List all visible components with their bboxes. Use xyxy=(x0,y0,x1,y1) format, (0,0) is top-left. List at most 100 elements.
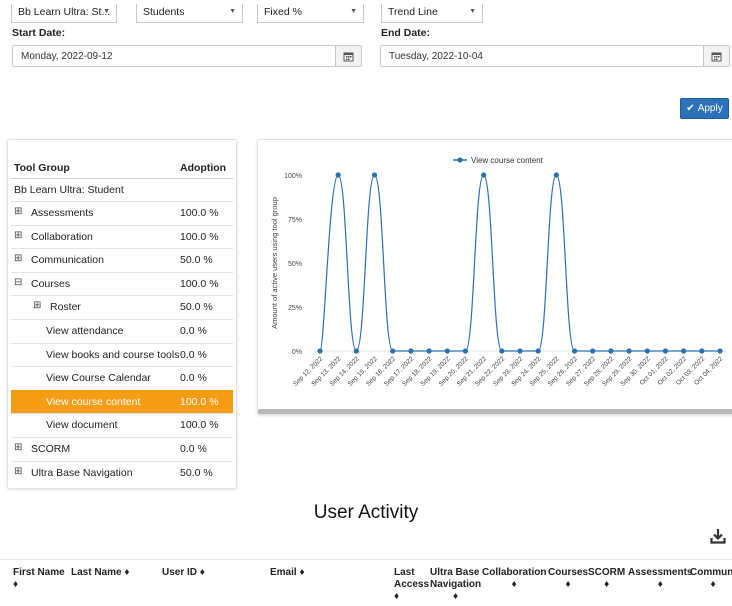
column-header-line: Communi xyxy=(690,567,732,578)
column-header-line: ♦ xyxy=(710,579,716,590)
column-header-line: Access xyxy=(394,579,430,590)
tool-row[interactable]: ⊞ Assessments 100.0 % xyxy=(11,201,233,224)
data-point xyxy=(317,348,323,354)
column-header-courses[interactable]: Courses ♦ xyxy=(548,567,588,591)
expand-icon[interactable]: ⊞ xyxy=(33,300,41,311)
column-header-line: Collaboration xyxy=(482,567,547,578)
role-select[interactable]: Students ▼ xyxy=(136,4,243,23)
data-point xyxy=(681,348,687,354)
tool-name: Courses xyxy=(31,277,71,290)
adoption-line-chart: View course content 0% 25% 50% 75% 100% Amount… xyxy=(270,156,726,388)
column-header-line: Courses xyxy=(548,567,589,578)
tool-name: View attendance xyxy=(46,325,124,337)
scale-select[interactable]: Fixed % ▼ xyxy=(257,4,364,23)
data-point xyxy=(608,348,614,354)
column-header-last-name[interactable]: Last Name ♦ xyxy=(71,567,129,579)
tool-group-title: Bb Learn Ultra: Student xyxy=(11,178,233,201)
adoption-value: 100.0 % xyxy=(180,277,219,290)
column-header-line: SCORM xyxy=(588,567,626,578)
tool-row[interactable]: View books and course tools 0.0 % xyxy=(11,342,233,366)
column-header-first-name[interactable]: First Name ♦ xyxy=(13,567,65,591)
adoption-value: 0.0 % xyxy=(180,443,207,455)
tool-row[interactable]: View document 100.0 % xyxy=(11,413,233,436)
column-header-line: ♦ xyxy=(511,579,517,590)
tool-name: View books and course tools xyxy=(46,348,180,361)
tool-row[interactable]: View course content 100.0 % xyxy=(11,389,233,413)
tool-name: View document xyxy=(46,419,118,432)
column-header-assessments[interactable]: Assessments ♦ xyxy=(628,567,692,591)
tool-row[interactable]: ⊞ Roster 50.0 % xyxy=(11,295,233,318)
data-point xyxy=(335,172,341,178)
chevron-down-icon: ▼ xyxy=(350,8,357,15)
expand-icon[interactable]: ⊞ xyxy=(14,466,22,477)
tool-row[interactable]: ⊞ Communication 50.0 % xyxy=(11,248,233,271)
table-top-border xyxy=(0,559,732,560)
y-tick-label: 0% xyxy=(292,349,302,356)
column-header-ultra-base-nav[interactable]: Ultra Base Navigation ♦ xyxy=(430,567,481,603)
tool-name: Assessments xyxy=(31,207,94,219)
column-header-communication[interactable]: Communi ♦ xyxy=(690,567,732,591)
check-icon: ✔ xyxy=(686,103,695,114)
chart-type-select[interactable]: Trend Line ▼ xyxy=(381,4,483,23)
apply-button[interactable]: ✔ Apply xyxy=(680,98,729,119)
column-header-line: ♦ xyxy=(604,579,610,590)
data-point xyxy=(499,348,505,354)
start-date-label: Start Date: xyxy=(12,27,66,39)
data-point xyxy=(408,348,414,354)
adoption-value: 0.0 % xyxy=(180,372,207,385)
expand-icon[interactable]: ⊞ xyxy=(14,442,22,453)
end-date-field[interactable]: Tuesday, 2022-10-04 xyxy=(380,45,730,67)
column-header-scorm[interactable]: SCORM ♦ xyxy=(588,567,625,591)
collapse-icon[interactable]: ⊟ xyxy=(14,277,22,288)
tool-row[interactable]: ⊞ SCORM 0.0 % xyxy=(11,437,233,460)
y-tick-label: 50% xyxy=(288,261,302,268)
start-date-field[interactable]: Monday, 2022-09-12 xyxy=(12,45,362,67)
column-header-email[interactable]: Email ♦ xyxy=(270,567,305,579)
data-point xyxy=(535,348,541,354)
column-header-line: ♦ xyxy=(13,579,19,590)
adoption-value: 100.0 % xyxy=(180,395,219,408)
expand-icon[interactable]: ⊞ xyxy=(14,253,22,264)
data-point xyxy=(353,348,359,354)
tool-row[interactable]: ⊟ Courses 100.0 % xyxy=(11,271,233,295)
adoption-value: 100.0 % xyxy=(180,207,219,219)
tool-row[interactable]: ⊞ Ultra Base Navigation 50.0 % xyxy=(11,460,233,484)
calendar-icon[interactable] xyxy=(335,46,361,66)
tool-name: Communication xyxy=(31,254,104,267)
data-point xyxy=(462,348,469,354)
data-point xyxy=(571,348,578,354)
y-tick-label: 75% xyxy=(288,217,302,224)
calendar-icon[interactable] xyxy=(703,46,729,66)
expand-icon[interactable]: ⊞ xyxy=(14,206,22,217)
legend-label: View course content xyxy=(471,156,544,165)
adoption-value: 100.0 % xyxy=(180,419,219,432)
y-axis-label: Amount of active users using tool group xyxy=(270,197,279,329)
data-point xyxy=(699,348,705,354)
column-header-line: First Name xyxy=(13,567,65,578)
chevron-down-icon: ▼ xyxy=(229,8,236,15)
column-header-collaboration[interactable]: Collaboration ♦ xyxy=(482,567,546,591)
end-date-label: End Date: xyxy=(381,27,431,39)
column-header-line: Email ♦ xyxy=(270,567,305,578)
column-header-line: Last xyxy=(394,567,415,578)
chevron-down-icon: ▼ xyxy=(103,8,110,15)
download-icon[interactable] xyxy=(710,528,726,547)
adoption-value: 50.0 % xyxy=(180,254,213,267)
expand-icon[interactable]: ⊞ xyxy=(14,230,22,241)
adoption-value: 50.0 % xyxy=(180,466,213,479)
tool-row[interactable]: View attendance 0.0 % xyxy=(11,319,233,342)
data-point xyxy=(553,172,559,178)
data-point xyxy=(662,348,669,354)
adoption-value: 0.0 % xyxy=(180,348,207,361)
column-header-user-id[interactable]: User ID ♦ xyxy=(162,567,205,579)
tool-row[interactable]: View Course Calendar 0.0 % xyxy=(11,366,233,389)
column-header-last-access[interactable]: Last Access ♦ xyxy=(394,567,429,603)
data-point xyxy=(371,172,378,178)
data-point xyxy=(390,348,396,354)
chart-horizontal-scrollbar[interactable] xyxy=(258,409,732,414)
tool-row[interactable]: ⊞ Collaboration 100.0 % xyxy=(11,224,233,248)
data-point xyxy=(481,172,487,178)
data-point xyxy=(590,348,596,354)
tool-name: View Course Calendar xyxy=(46,372,151,385)
tool-select[interactable]: Bb Learn Ultra: St... ▼ xyxy=(11,4,117,23)
